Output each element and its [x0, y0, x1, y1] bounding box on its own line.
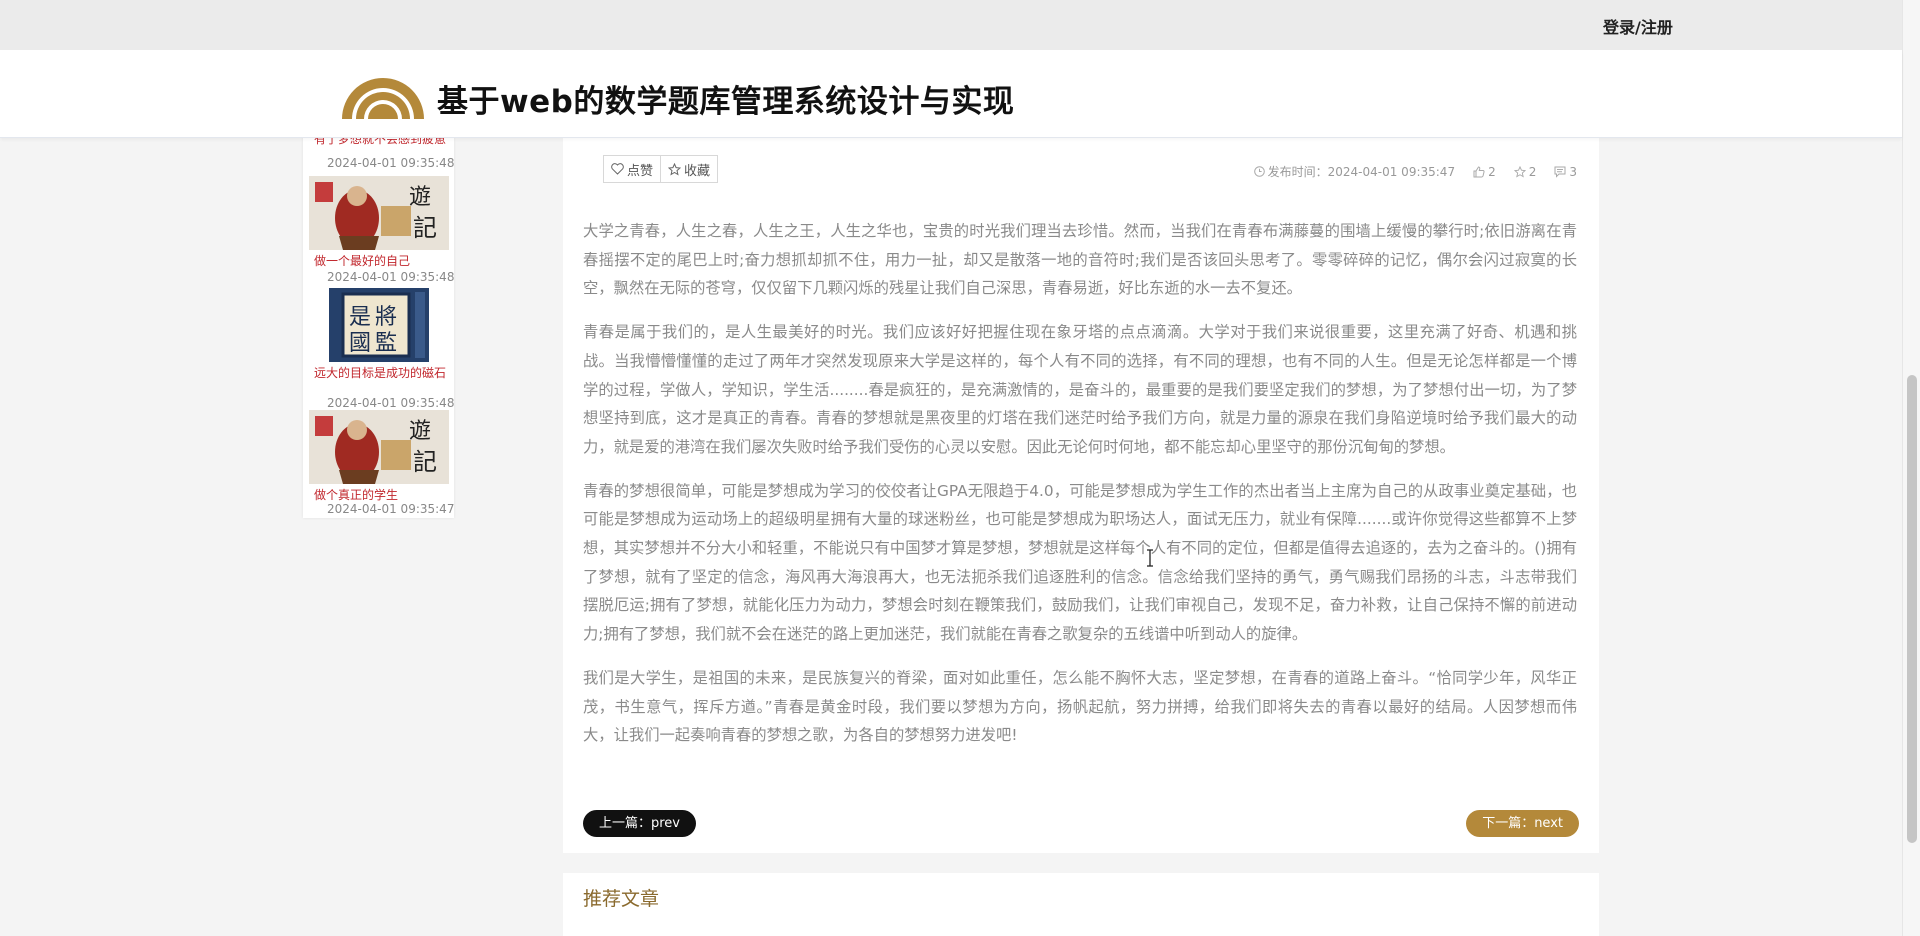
top-bar: 登录/注册	[0, 0, 1902, 50]
thumbs-up-icon	[1473, 165, 1485, 177]
sidebar-item-title[interactable]: 做个真正的学生	[314, 488, 448, 502]
article-paragraph: 青春是属于我们的，是人生最美好的时光。我们应该好好把握住现在象牙塔的点点滴滴。大…	[583, 323, 1577, 456]
favorite-count-value: 2	[1528, 164, 1537, 179]
thumbnail-journey-west[interactable]: 遊 記	[309, 410, 449, 484]
recommended-title: 推荐文章	[583, 888, 660, 910]
svg-text:將: 將	[375, 305, 397, 330]
svg-text:記: 記	[413, 214, 437, 242]
comment-count-value: 3	[1569, 164, 1577, 179]
svg-text:遊: 遊	[409, 185, 431, 210]
sidebar-item-date: 2024-04-01 09:35:48	[327, 270, 454, 284]
text-cursor-icon	[1147, 549, 1153, 567]
favorite-button-label: 收藏	[684, 163, 711, 179]
sidebar-item-date: 2024-04-01 09:35:48	[327, 156, 454, 170]
like-button-label: 点赞	[627, 163, 654, 179]
page-scrollbar[interactable]	[1902, 0, 1920, 936]
clock-icon	[1253, 166, 1265, 177]
recommended-section: 推荐文章	[563, 873, 1599, 936]
svg-text:監: 監	[375, 331, 397, 356]
comment-icon	[1554, 166, 1566, 178]
comment-count: 3	[1554, 165, 1577, 179]
thumbnail-calligraphy-book[interactable]: 是 將 國 監	[329, 288, 429, 362]
site-title[interactable]: 基于web的数学题库管理系统设计与实现	[437, 76, 1014, 121]
favorite-count: 2	[1513, 164, 1537, 179]
article-body: 大学之青春，人生之春，人生之王，人生之华也，宝贵的时光我们理当去珍惜。然而，当我…	[583, 217, 1577, 765]
star-icon	[668, 162, 682, 176]
article-action-buttons: 点赞 收藏	[603, 155, 719, 183]
svg-text:遊: 遊	[409, 419, 431, 444]
sidebar-item-date: 2024-04-01 09:35:47	[327, 502, 454, 516]
svg-text:是: 是	[349, 305, 371, 330]
heart-icon	[611, 163, 624, 175]
favorite-button[interactable]: 收藏	[661, 155, 719, 183]
sidebar-item-title[interactable]: 远大的目标是成功的磁石	[314, 366, 448, 380]
article-meta: 发布时间：2024-04-01 09:35:47 2 2 3	[1253, 163, 1577, 180]
prev-article-button[interactable]: 上一篇：prev	[583, 810, 697, 837]
publish-time-text: 发布时间：2024-04-01 09:35:47	[1267, 165, 1456, 179]
logo-icon[interactable]	[338, 67, 428, 121]
scrollbar-thumb[interactable]	[1907, 375, 1917, 843]
sidebar-item-date: 2024-04-01 09:35:48	[327, 396, 454, 410]
like-count: 2	[1473, 165, 1496, 179]
sidebar-item-title[interactable]: 做一个最好的自己	[314, 254, 448, 268]
sidebar-article-list: 有了梦想就不会感到疲惫 2024-04-01 09:35:48 遊 記 做一个最…	[303, 118, 454, 518]
like-count-value: 2	[1488, 164, 1496, 179]
thumbnail-journey-west[interactable]: 遊 記	[309, 176, 449, 250]
article-paragraph: 我们是大学生，是祖国的未来，是民族复兴的脊梁，面对如此重任，怎么能不胸怀大志，坚…	[583, 668, 1577, 745]
svg-text:記: 記	[413, 448, 437, 476]
publish-time: 发布时间：2024-04-01 09:35:47	[1253, 163, 1456, 180]
site-header: 基于web的数学题库管理系统设计与实现	[0, 50, 1902, 138]
article-card: 点赞 收藏 发布时间：2024-04-01 09:35:47 2 2 3 大学之…	[563, 138, 1599, 853]
article-paragraph: 青春的梦想很简单，可能是梦想成为学习的佼佼者让GPA无限趋于4.0，可能是梦想成…	[583, 481, 1577, 644]
like-button[interactable]: 点赞	[603, 155, 662, 183]
login-register-link[interactable]: 登录/注册	[1603, 14, 1673, 38]
next-article-button[interactable]: 下一篇：next	[1466, 810, 1579, 837]
svg-text:國: 國	[349, 331, 371, 356]
article-paragraph: 大学之青春，人生之春，人生之王，人生之华也，宝贵的时光我们理当去珍惜。然而，当我…	[583, 222, 1577, 298]
star-icon	[1513, 165, 1526, 178]
